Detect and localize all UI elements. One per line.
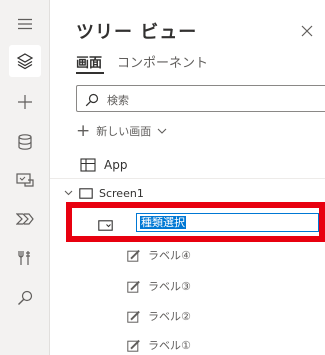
chevron-down-icon	[157, 128, 167, 134]
tree-item-label2[interactable]: ラベル②	[127, 307, 191, 325]
app-label: App	[104, 158, 128, 172]
close-icon[interactable]	[298, 22, 316, 40]
new-screen-button[interactable]: + 新しい画面	[76, 121, 167, 141]
flow-icon[interactable]	[9, 203, 41, 235]
plus-icon[interactable]	[9, 86, 41, 118]
tab-screens[interactable]: 画面	[76, 52, 102, 71]
label-edit-icon	[127, 249, 140, 262]
hamburger-icon[interactable]	[9, 8, 41, 40]
search-icon[interactable]	[9, 282, 41, 314]
tree-item-label3[interactable]: ラベル③	[127, 277, 191, 295]
dropdown-icon	[98, 216, 113, 235]
screen-icon	[79, 187, 93, 199]
database-icon[interactable]	[9, 126, 41, 158]
tree-item-label1[interactable]: ラベル①	[127, 336, 191, 354]
tree-item-label4[interactable]: ラベル④	[127, 246, 191, 264]
label-edit-icon	[127, 310, 140, 323]
screen-label: Screen1	[99, 186, 144, 200]
search-placeholder: 検索	[107, 94, 129, 107]
rename-input[interactable]: 種類選択	[136, 213, 319, 232]
app-icon	[80, 158, 96, 172]
media-icon[interactable]	[9, 164, 41, 196]
pane-title: ツリー ビュー	[76, 22, 198, 43]
tab-underline	[76, 72, 104, 74]
label-edit-icon	[127, 339, 140, 352]
tab-components[interactable]: コンポーネント	[117, 52, 208, 71]
left-rail	[0, 0, 50, 355]
tools-icon[interactable]	[9, 242, 41, 274]
new-screen-label: 新しい画面	[96, 125, 152, 138]
tree-view-pane: ツリー ビュー 画面 コンポーネント 検索 + 新しい画面 App Screen…	[50, 0, 325, 355]
tree-item-screen1[interactable]: Screen1	[64, 184, 144, 202]
plus-icon: +	[76, 120, 91, 141]
tree-item-app[interactable]: App	[80, 155, 127, 175]
label-name: ラベル②	[148, 310, 191, 323]
label-name: ラベル①	[148, 339, 191, 352]
chevron-down-icon[interactable]	[64, 190, 73, 196]
search-input[interactable]: 検索	[76, 85, 325, 112]
label-name: ラベル④	[148, 249, 191, 262]
divider	[50, 178, 325, 179]
layers-icon[interactable]	[9, 45, 41, 77]
rename-selected-text[interactable]: 種類選択	[140, 216, 186, 229]
label-name: ラベル③	[148, 280, 191, 293]
label-edit-icon	[127, 280, 140, 293]
search-icon	[85, 92, 99, 111]
